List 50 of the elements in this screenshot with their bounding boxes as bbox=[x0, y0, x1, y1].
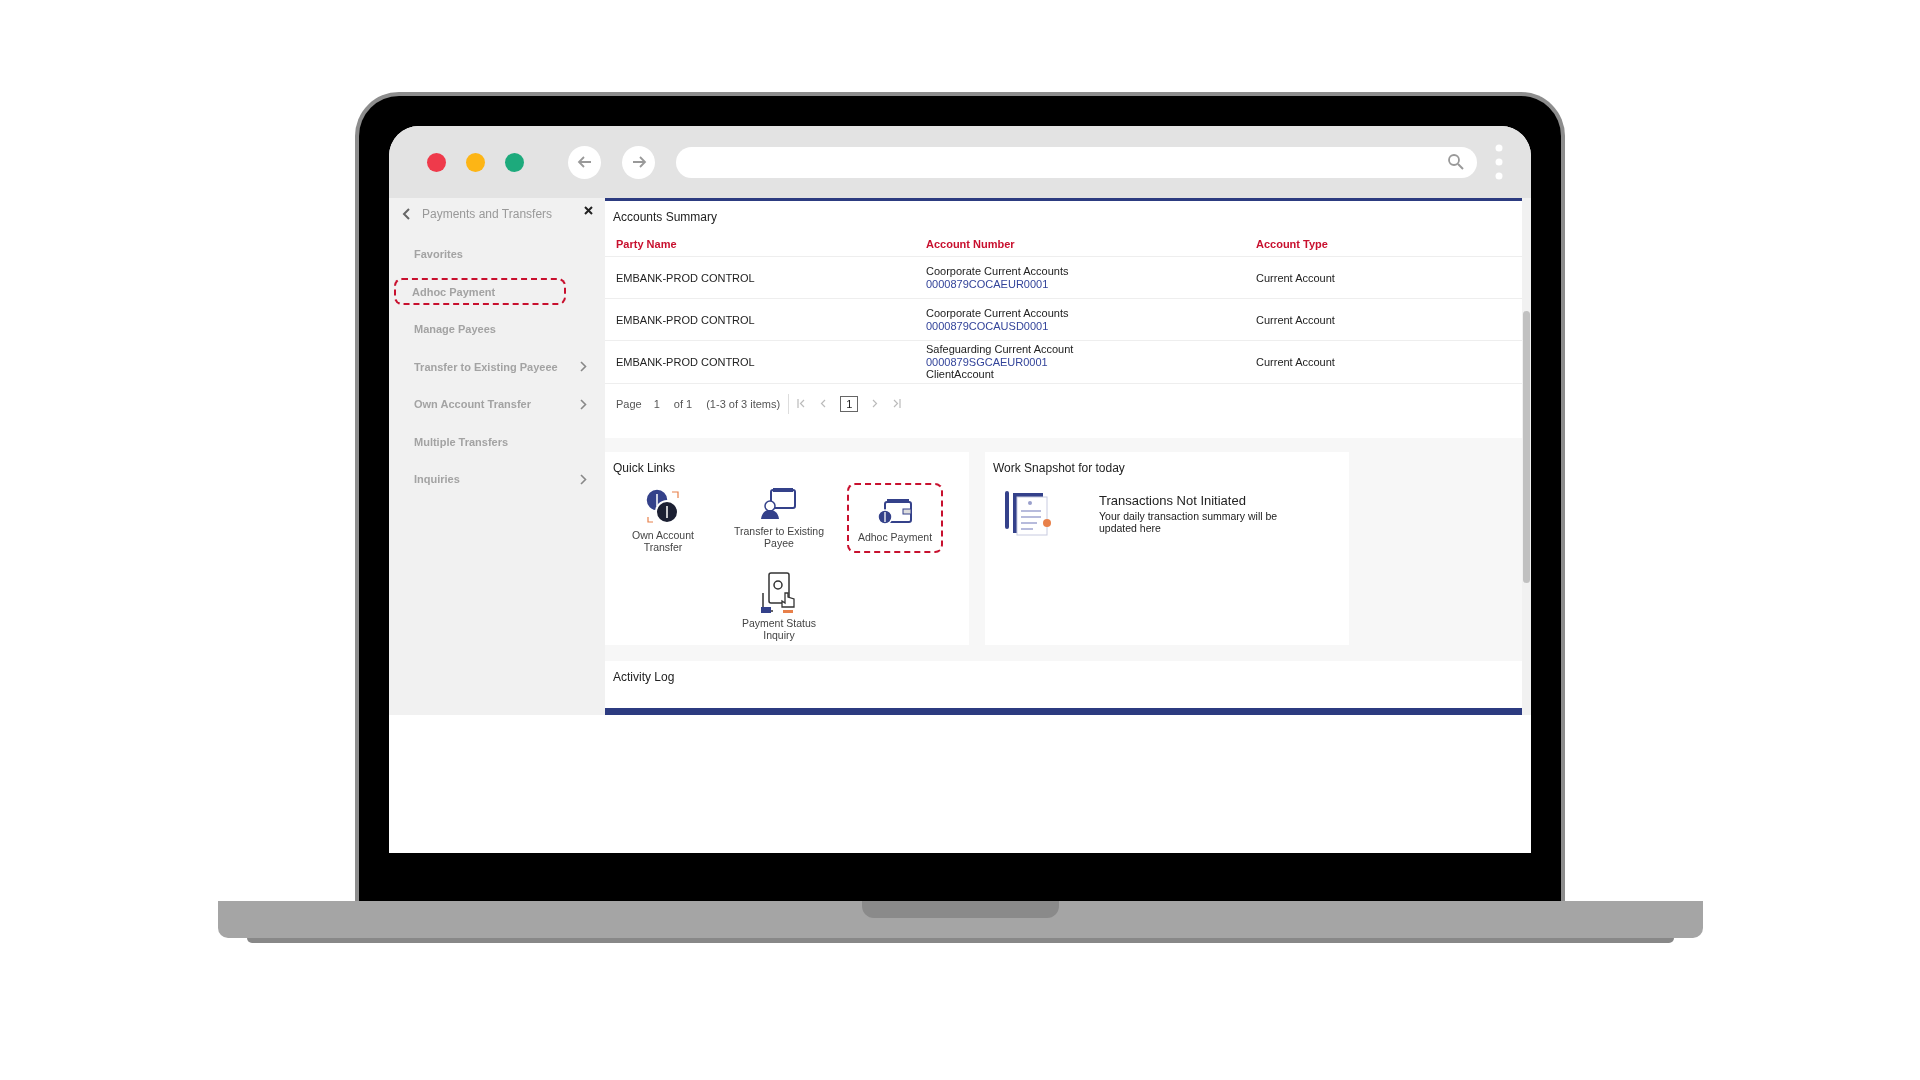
page-number: 1 bbox=[653, 397, 660, 410]
menu-icon[interactable] bbox=[1495, 144, 1503, 180]
card-title: Quick Links bbox=[612, 460, 677, 477]
close-window-icon[interactable] bbox=[427, 152, 446, 172]
account-name: Coorporate Current Accounts bbox=[926, 265, 1070, 278]
account-note: ClientAccount bbox=[926, 368, 995, 381]
scrollbar[interactable] bbox=[1522, 198, 1531, 715]
table-cell-text: Current Account bbox=[1256, 313, 1336, 326]
page-count: of 1 bbox=[673, 397, 693, 410]
quick-link[interactable]: Own Account Transfer bbox=[615, 483, 711, 559]
sidebar-title: Payments and Transfers bbox=[422, 207, 554, 221]
account-number-link[interactable]: 0000879COCAUSD0001 bbox=[926, 319, 1256, 332]
previous-page-icon[interactable] bbox=[820, 399, 827, 408]
table-cell-text: EMBANK-PROD CONTROL bbox=[616, 355, 756, 368]
chevron-icon bbox=[580, 361, 587, 372]
back-button[interactable] bbox=[568, 145, 601, 179]
card-title: Work Snapshot for today bbox=[992, 460, 1126, 477]
chevron-icon bbox=[580, 398, 587, 410]
first-page-icon[interactable] bbox=[797, 399, 807, 408]
column-header: Party Name bbox=[616, 238, 678, 250]
table-cell-text: EMBANK-PROD CONTROL bbox=[616, 313, 756, 326]
back-icon[interactable] bbox=[402, 208, 410, 220]
close-icon[interactable] bbox=[584, 205, 593, 215]
forward-button[interactable] bbox=[622, 145, 655, 179]
account-number-link[interactable]: 0000879SGCAEUR0001 bbox=[926, 355, 1256, 368]
table-cell-text: Current Account bbox=[1256, 271, 1336, 284]
quick-link[interactable]: Payment Status Inquiry bbox=[731, 567, 827, 647]
panel-title: Activity Log bbox=[612, 669, 676, 686]
table-cell-text: EMBANK-PROD CONTROL bbox=[616, 271, 756, 284]
column-header: Account Type bbox=[1256, 238, 1329, 250]
column-header: Account Number bbox=[926, 238, 1016, 250]
panel-title: Accounts Summary bbox=[612, 209, 719, 226]
account-name: Coorporate Current Accounts bbox=[926, 307, 1070, 320]
account-name: Safeguarding Current Account bbox=[926, 343, 1075, 356]
account-number-link[interactable]: 0000879COCAEUR0001 bbox=[926, 277, 1256, 290]
address-field[interactable] bbox=[676, 146, 1477, 178]
minimize-window-icon[interactable] bbox=[466, 152, 485, 172]
chevron-icon bbox=[580, 473, 587, 485]
next-page-icon[interactable] bbox=[872, 399, 879, 408]
table-cell-text: Current Account bbox=[1256, 355, 1336, 368]
maximize-window-icon[interactable] bbox=[505, 152, 524, 172]
snapshot-text: Your daily transaction summary will be updated here bbox=[1099, 510, 1279, 534]
quick-link[interactable]: Transfer to Existing Payee bbox=[731, 483, 827, 559]
search-icon[interactable] bbox=[1447, 153, 1465, 171]
quick-link[interactable]: Adhoc Payment bbox=[847, 483, 943, 553]
item-count: (1-3 of 3 items) bbox=[706, 397, 781, 410]
last-page-icon[interactable] bbox=[892, 399, 902, 408]
page-label: Page bbox=[616, 397, 642, 410]
page-button[interactable]: 1 bbox=[840, 395, 859, 412]
snapshot-heading: Transactions Not Initiated bbox=[1099, 493, 1247, 508]
